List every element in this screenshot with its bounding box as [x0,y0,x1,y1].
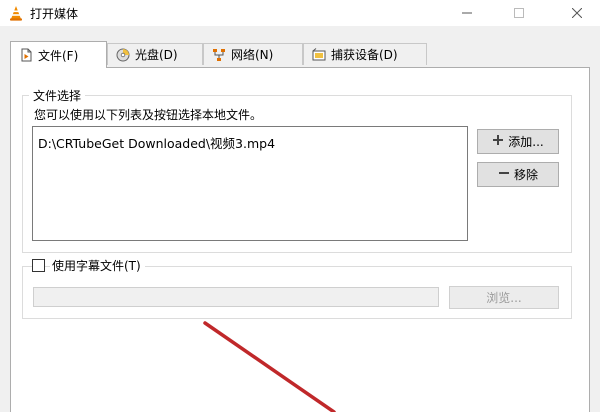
tab-file[interactable]: 文件(F) [10,41,107,68]
add-button[interactable]: 添加... [477,129,559,154]
minimize-button[interactable] [444,0,490,26]
subtitle-checkbox[interactable] [32,259,45,272]
file-icon [19,48,33,62]
subtitle-path-input [33,287,439,307]
disc-icon [116,48,130,62]
tab-label: 文件(F) [38,48,79,63]
tab-capture-device[interactable]: 捕获设备(D) [303,43,427,65]
list-item[interactable]: D:\CRTubeGet Downloaded\视频3.mp4 [38,133,275,152]
maximize-button[interactable] [496,0,542,26]
remove-button[interactable]: 移除 [477,162,559,187]
file-list[interactable]: D:\CRTubeGet Downloaded\视频3.mp4 [32,126,468,241]
remove-button-label: 移除 [513,168,538,182]
tab-label: 光盘(D) [135,48,178,62]
vlc-cone-icon [8,5,24,21]
tab-disc[interactable]: 光盘(D) [107,43,203,65]
network-icon [212,48,226,62]
tab-label: 网络(N) [231,48,274,62]
browse-button-label: 浏览... [486,291,522,305]
add-button-label: 添加... [508,135,544,149]
tab-network[interactable]: 网络(N) [203,43,303,65]
tab-label: 捕获设备(D) [331,48,398,62]
browse-button: 浏览... [449,286,559,309]
minus-icon [498,167,510,183]
title-bar: 打开媒体 [0,0,600,26]
plus-icon [492,134,504,150]
file-selection-description: 您可以使用以下列表及按钮选择本地文件。 [34,108,263,122]
close-button[interactable] [554,0,600,26]
subtitle-checkbox-label[interactable]: 使用字幕文件(T) [50,257,145,274]
window-title: 打开媒体 [30,7,79,21]
file-selection-group-label: 文件选择 [29,87,86,104]
capture-device-icon [312,47,326,62]
